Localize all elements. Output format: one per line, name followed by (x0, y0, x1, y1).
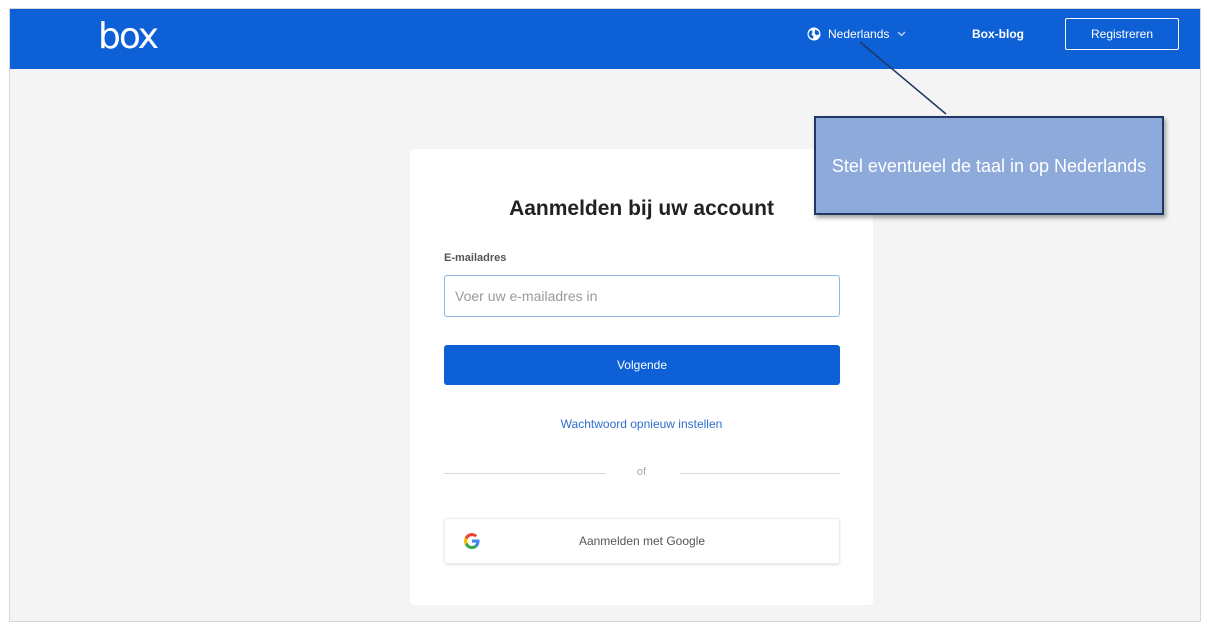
top-navigation-bar: box Nederlands Box-blog Registreren (10, 9, 1200, 69)
annotation-callout: Stel eventueel de taal in op Nederlands (814, 116, 1164, 215)
next-button[interactable]: Volgende (444, 345, 840, 385)
google-signin-label: Aanmelden met Google (578, 534, 706, 548)
reset-password-link[interactable]: Wachtwoord opnieuw instellen (410, 417, 873, 431)
or-separator: of (636, 466, 647, 478)
login-card: Aanmelden bij uw account E-mailadres Vol… (410, 149, 873, 605)
language-label: Nederlands (828, 27, 890, 41)
language-selector[interactable]: Nederlands (807, 27, 913, 41)
register-button[interactable]: Registreren (1065, 18, 1179, 50)
email-input[interactable] (444, 275, 840, 317)
page-title: Aanmelden bij uw account (509, 197, 774, 220)
globe-icon (807, 27, 821, 41)
browser-frame: box Nederlands Box-blog Registreren Aanm… (9, 8, 1201, 622)
box-logo[interactable]: box (98, 15, 159, 59)
box-blog-link[interactable]: Box-blog (972, 27, 1024, 41)
divider-right (680, 473, 840, 474)
annotation-text: Stel eventueel de taal in op Nederlands (831, 155, 1147, 176)
google-signin-button[interactable]: Aanmelden met Google (444, 518, 840, 564)
email-label: E-mailadres (444, 252, 507, 264)
chevron-down-icon (897, 31, 906, 37)
